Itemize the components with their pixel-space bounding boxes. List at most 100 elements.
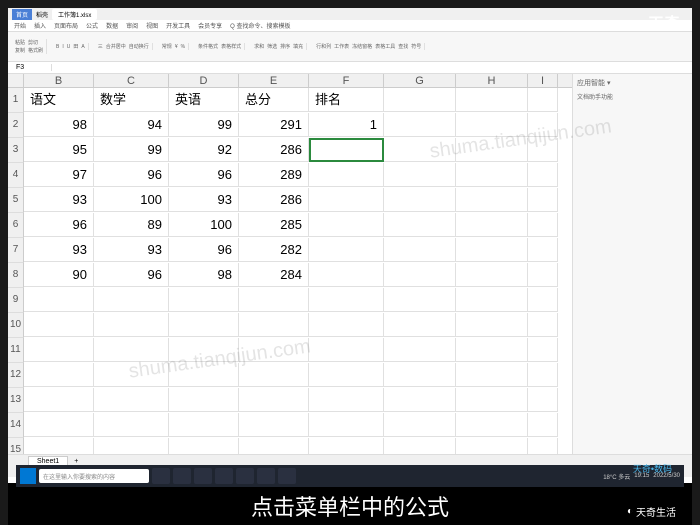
col-header-h[interactable]: H	[456, 74, 528, 87]
cell-I10[interactable]	[528, 313, 558, 337]
cell-G2[interactable]	[384, 113, 456, 137]
cell-E11[interactable]	[239, 338, 309, 362]
cell-C12[interactable]	[94, 363, 169, 387]
tab-formula[interactable]: 公式	[86, 21, 98, 30]
cell-H13[interactable]	[456, 388, 528, 412]
copy-button[interactable]: 复制	[15, 47, 25, 54]
cell-H7[interactable]	[456, 238, 528, 262]
bold-button[interactable]: B	[56, 44, 59, 50]
cell-D5[interactable]: 93	[169, 188, 239, 212]
row-header[interactable]: 1	[8, 88, 24, 113]
cell-I3[interactable]	[528, 138, 558, 162]
cell-I5[interactable]	[528, 188, 558, 212]
cell-H5[interactable]	[456, 188, 528, 212]
cell-F14[interactable]	[309, 413, 384, 437]
select-all-corner[interactable]	[8, 74, 24, 87]
cell-G4[interactable]	[384, 163, 456, 187]
weather-widget[interactable]: 18°C 多云	[603, 472, 630, 481]
cell-B7[interactable]: 93	[24, 238, 94, 262]
cell-D8[interactable]: 98	[169, 263, 239, 287]
format-general[interactable]: 常规	[162, 43, 172, 50]
cell-F10[interactable]	[309, 313, 384, 337]
cell-D10[interactable]	[169, 313, 239, 337]
cell-H8[interactable]	[456, 263, 528, 287]
cell-B6[interactable]: 96	[24, 213, 94, 237]
cell-H12[interactable]	[456, 363, 528, 387]
cell-E10[interactable]	[239, 313, 309, 337]
cell-C5[interactable]: 100	[94, 188, 169, 212]
cell-I2[interactable]	[528, 113, 558, 137]
cell-G12[interactable]	[384, 363, 456, 387]
cell-B1[interactable]: 语文	[24, 88, 94, 112]
cell-G6[interactable]	[384, 213, 456, 237]
cell-B14[interactable]	[24, 413, 94, 437]
currency-button[interactable]: ¥	[175, 44, 178, 50]
cell-I1[interactable]	[528, 88, 558, 112]
row-header[interactable]: 8	[8, 263, 24, 288]
cell-D1[interactable]: 英语	[169, 88, 239, 112]
cell-I4[interactable]	[528, 163, 558, 187]
cell-C6[interactable]: 89	[94, 213, 169, 237]
merge-button[interactable]: 合并居中	[106, 43, 126, 50]
row-header[interactable]: 9	[8, 288, 24, 313]
fill-button[interactable]: 填充	[293, 43, 303, 50]
cell-I14[interactable]	[528, 413, 558, 437]
cut-button[interactable]: 剪切	[28, 39, 38, 46]
cell-C2[interactable]: 94	[94, 113, 169, 137]
sidepanel-title[interactable]: 应用智能 ▾	[577, 78, 688, 88]
cell-C15[interactable]	[94, 438, 169, 454]
cell-D2[interactable]: 99	[169, 113, 239, 137]
cell-reference[interactable]: F3	[12, 64, 52, 71]
align-button[interactable]: 三	[98, 43, 103, 50]
cell-C10[interactable]	[94, 313, 169, 337]
cell-I11[interactable]	[528, 338, 558, 362]
row-header[interactable]: 5	[8, 188, 24, 213]
sort-button[interactable]: 排序	[280, 43, 290, 50]
row-header[interactable]: 14	[8, 413, 24, 438]
cell-C9[interactable]	[94, 288, 169, 312]
freeze-button[interactable]: 冻结窗格	[352, 43, 372, 50]
cell-G1[interactable]	[384, 88, 456, 112]
taskbar-app[interactable]	[173, 468, 191, 484]
tab-view[interactable]: 视图	[146, 21, 158, 30]
col-header-f[interactable]: F	[309, 74, 384, 87]
row-header[interactable]: 15	[8, 438, 24, 454]
taskbar-app[interactable]	[278, 468, 296, 484]
row-header[interactable]: 6	[8, 213, 24, 238]
cell-C14[interactable]	[94, 413, 169, 437]
cell-G9[interactable]	[384, 288, 456, 312]
cell-H11[interactable]	[456, 338, 528, 362]
row-header[interactable]: 4	[8, 163, 24, 188]
row-header[interactable]: 12	[8, 363, 24, 388]
col-header-e[interactable]: E	[239, 74, 309, 87]
cell-F5[interactable]	[309, 188, 384, 212]
sum-button[interactable]: 求和	[254, 43, 264, 50]
col-header-g[interactable]: G	[384, 74, 456, 87]
search-commands[interactable]: Q 查找命令、搜索模板	[230, 21, 290, 30]
cell-H3[interactable]	[456, 138, 528, 162]
font-color-button[interactable]: A	[81, 44, 84, 50]
cell-G15[interactable]	[384, 438, 456, 454]
cell-E7[interactable]: 282	[239, 238, 309, 262]
cell-F9[interactable]	[309, 288, 384, 312]
cell-C11[interactable]	[94, 338, 169, 362]
cell-G11[interactable]	[384, 338, 456, 362]
cell-I6[interactable]	[528, 213, 558, 237]
cell-F8[interactable]	[309, 263, 384, 287]
cell-D14[interactable]	[169, 413, 239, 437]
cell-D4[interactable]: 96	[169, 163, 239, 187]
italic-button[interactable]: I	[62, 44, 63, 50]
filter-button[interactable]: 筛选	[267, 43, 277, 50]
cell-C1[interactable]: 数学	[94, 88, 169, 112]
cell-E15[interactable]	[239, 438, 309, 454]
tab-vip[interactable]: 会员专享	[198, 21, 222, 30]
cell-D3[interactable]: 92	[169, 138, 239, 162]
cell-D11[interactable]	[169, 338, 239, 362]
cell-G13[interactable]	[384, 388, 456, 412]
cell-B3[interactable]: 95	[24, 138, 94, 162]
cell-E13[interactable]	[239, 388, 309, 412]
cell-F1[interactable]: 排名	[309, 88, 384, 112]
wrap-button[interactable]: 自动换行	[129, 43, 149, 50]
cell-B4[interactable]: 97	[24, 163, 94, 187]
cell-F12[interactable]	[309, 363, 384, 387]
